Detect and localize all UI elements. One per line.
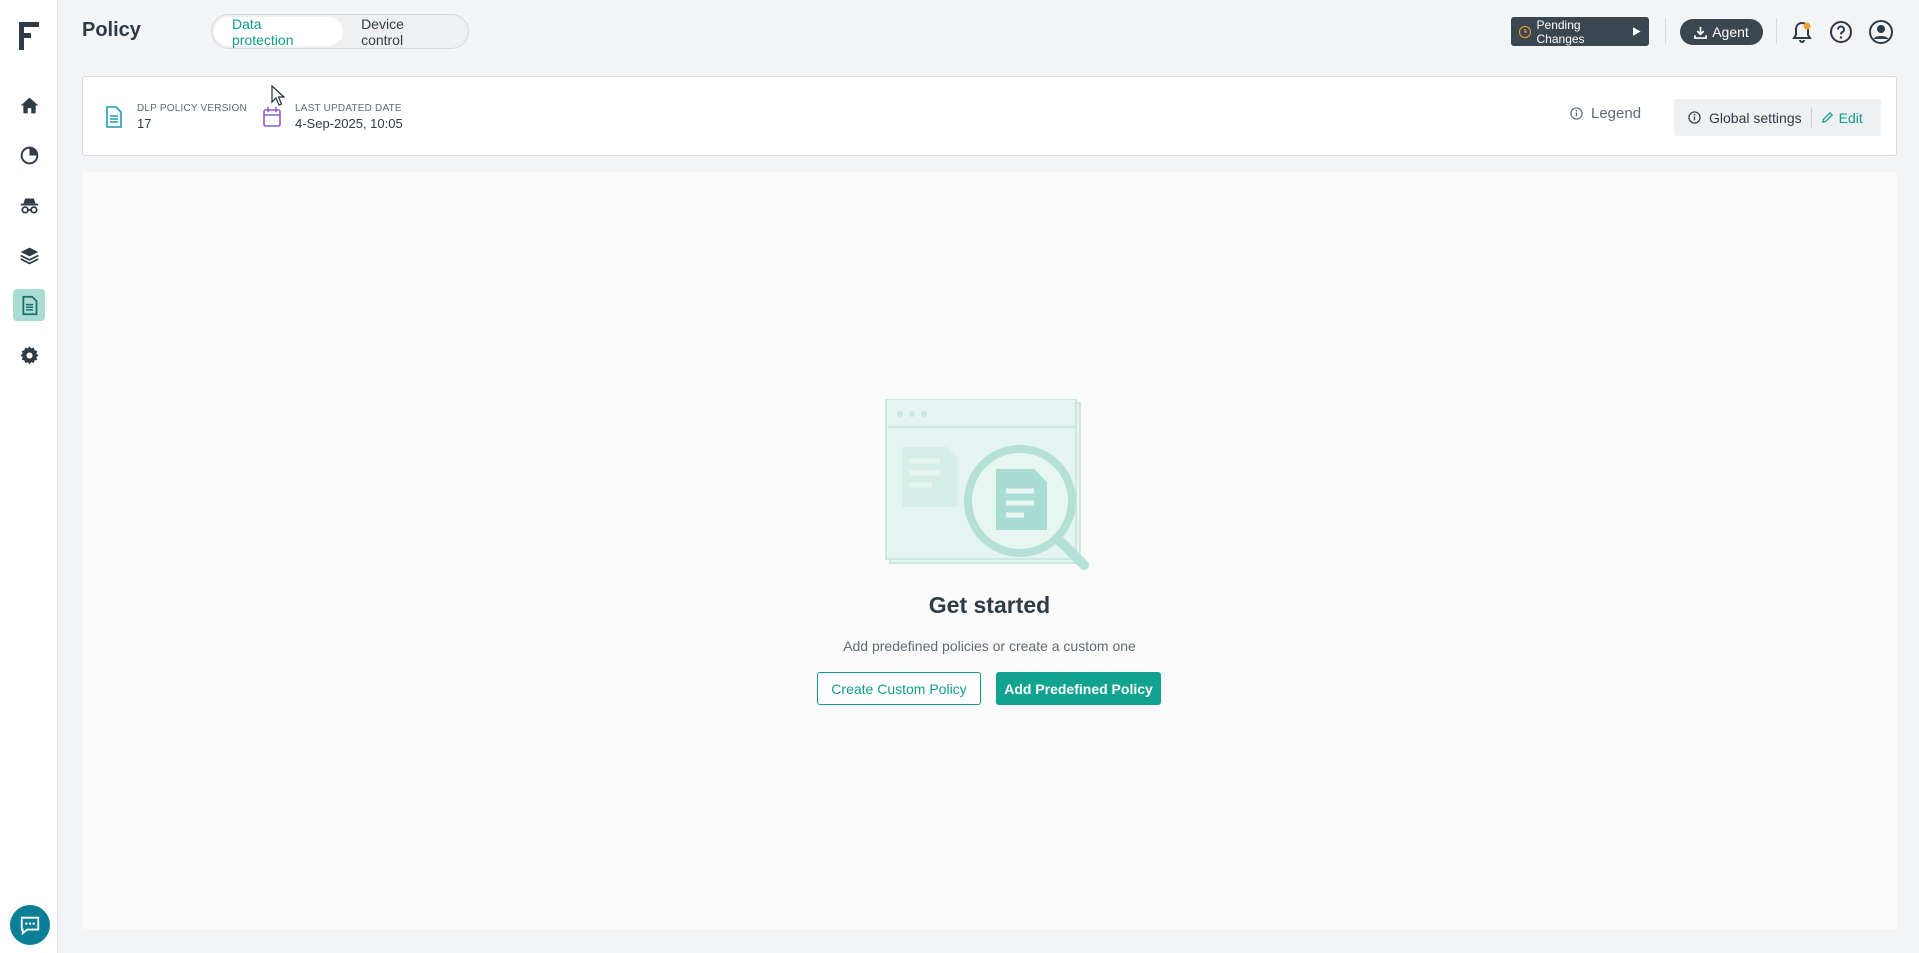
add-predefined-policy-button[interactable]: Add Predefined Policy [996, 672, 1161, 705]
empty-state-illustration [885, 399, 1089, 570]
global-settings-box: Global settings Edit [1674, 99, 1881, 136]
gear-icon [19, 345, 39, 364]
user-profile-button[interactable] [1868, 19, 1894, 45]
tab-data-protection[interactable]: Data protection [214, 16, 344, 48]
legend-label: Legend [1591, 105, 1642, 122]
policy-version: DLP POLICY VERSION 17 [103, 77, 247, 157]
bell-icon [1792, 21, 1812, 43]
edit-label: Edit [1838, 109, 1863, 126]
layers-icon [19, 247, 39, 264]
mouse-cursor-icon [271, 85, 285, 106]
global-settings-label: Global settings [1709, 109, 1802, 126]
tab-device-control[interactable]: Device control [343, 16, 466, 48]
info-icon [1570, 107, 1583, 120]
sidebar-item-analytics[interactable] [13, 139, 45, 171]
edit-button[interactable]: Edit [1821, 110, 1863, 126]
top-bar: Policy Data protection Device control Pe… [58, 0, 1919, 62]
agent-label: Agent [1712, 24, 1749, 40]
divider [1776, 18, 1777, 44]
agent-download-button[interactable]: Agent [1680, 19, 1763, 45]
app-logo[interactable] [19, 22, 39, 50]
help-icon [1830, 21, 1852, 43]
download-icon [1694, 26, 1708, 39]
spy-icon [20, 198, 38, 214]
policy-info-bar: DLP POLICY VERSION 17 LAST UPDATED DATE … [82, 76, 1897, 156]
sidebar-item-home[interactable] [13, 89, 45, 121]
divider [1810, 107, 1812, 128]
last-updated-value: 4-Sep-2025, 10:05 [295, 116, 403, 131]
document-icon [22, 295, 37, 315]
help-button[interactable] [1828, 19, 1854, 45]
policy-content-area: Get started Add predefined policies or c… [82, 172, 1897, 929]
play-icon [1633, 27, 1641, 36]
sidebar-item-incognito[interactable] [13, 189, 45, 221]
pending-changes-label: Pending Changes [1536, 17, 1585, 46]
sidebar-item-policy[interactable] [13, 289, 45, 321]
sidebar-item-layers[interactable] [13, 239, 45, 271]
divider [1665, 18, 1666, 44]
policy-version-value: 17 [137, 116, 152, 131]
pending-changes-button[interactable]: Pending Changes [1511, 17, 1649, 46]
global-settings-button[interactable]: Global settings [1688, 110, 1802, 126]
pie-chart-icon [20, 146, 38, 164]
info-icon [1688, 111, 1701, 124]
chat-icon [20, 916, 40, 936]
sidebar [0, 0, 58, 953]
chat-button[interactable] [10, 905, 50, 945]
empty-state-subtitle: Add predefined policies or create a cust… [843, 638, 1136, 654]
pencil-icon [1821, 112, 1833, 123]
notifications-button[interactable] [1789, 19, 1815, 45]
page-title: Policy [82, 19, 141, 41]
pending-status-icon [1519, 25, 1531, 38]
empty-state-title: Get started [928, 592, 1051, 618]
last-updated-label: LAST UPDATED DATE [295, 103, 402, 114]
document-icon [106, 106, 122, 128]
user-icon [1869, 20, 1893, 44]
policy-version-label: DLP POLICY VERSION [137, 103, 247, 114]
policy-tabs: Data protection Device control [211, 14, 469, 49]
sidebar-item-settings[interactable] [13, 339, 45, 371]
create-custom-policy-button[interactable]: Create Custom Policy [817, 672, 981, 705]
legend-button[interactable]: Legend [1570, 105, 1641, 122]
calendar-icon [263, 107, 281, 127]
home-icon [20, 97, 38, 113]
